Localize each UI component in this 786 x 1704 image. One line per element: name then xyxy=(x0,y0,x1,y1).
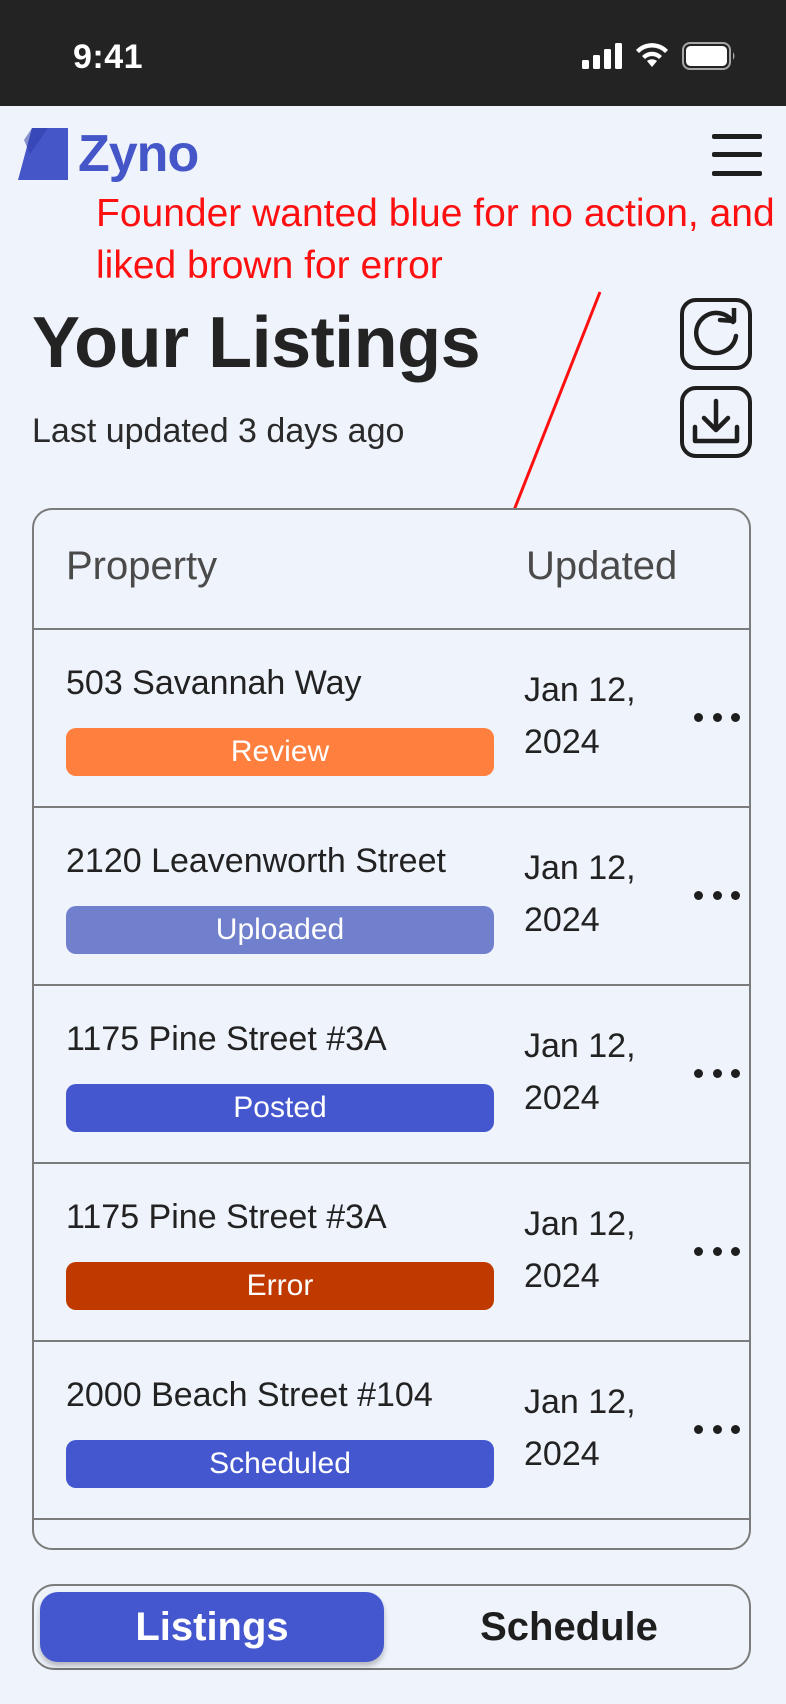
property-address: 1175 Pine Street #3A xyxy=(66,1020,387,1058)
menu-icon xyxy=(712,134,762,139)
column-header-updated: Updated xyxy=(526,544,678,588)
tab-schedule[interactable]: Schedule xyxy=(394,1592,744,1662)
table-row[interactable]: 2000 Beach Street #104 Scheduled Jan 12,… xyxy=(34,1342,749,1520)
tab-listings[interactable]: Listings xyxy=(40,1592,384,1662)
bottom-tab-bar: Listings Schedule xyxy=(32,1584,751,1670)
property-address: 1175 Pine Street #3A xyxy=(66,1198,387,1236)
zyno-logo-icon xyxy=(18,128,68,180)
updated-date: Jan 12, 2024 xyxy=(524,1205,636,1295)
property-address: 503 Savannah Way xyxy=(66,664,362,702)
table-row[interactable]: 1175 Pine Street #3A Posted Jan 12, 2024 xyxy=(34,986,749,1164)
download-icon xyxy=(692,398,740,444)
menu-button[interactable] xyxy=(712,134,762,176)
status-icons xyxy=(582,40,736,72)
brand-logo[interactable]: Zyno xyxy=(18,124,199,184)
status-badge-error: Error xyxy=(66,1262,494,1310)
status-badge-uploaded: Uploaded xyxy=(66,906,494,954)
table-header: Property Updated xyxy=(34,510,749,630)
signal-icon xyxy=(582,43,622,69)
more-options-button[interactable] xyxy=(694,1414,740,1444)
updated-date: Jan 12, 2024 xyxy=(524,1027,636,1117)
table-row[interactable]: 2120 Leavenworth Street Uploaded Jan 12,… xyxy=(34,808,749,986)
design-annotation: Founder wanted blue for no action, and l… xyxy=(96,192,775,287)
more-options-button[interactable] xyxy=(694,702,740,732)
wifi-icon xyxy=(636,43,668,67)
table-row[interactable]: 1175 Pine Street #3A Error Jan 12, 2024 xyxy=(34,1164,749,1342)
status-badge-review: Review xyxy=(66,728,494,776)
updated-date: Jan 12, 2024 xyxy=(524,1383,636,1473)
status-badge-scheduled: Scheduled xyxy=(66,1440,494,1488)
listings-table: Property Updated 503 Savannah Way Review… xyxy=(32,508,751,1550)
more-horizontal-icon xyxy=(694,1068,703,1078)
more-horizontal-icon xyxy=(694,1246,703,1256)
download-button[interactable] xyxy=(680,386,752,458)
status-bar: 9:41 xyxy=(0,0,786,106)
battery-icon xyxy=(682,42,735,70)
brand-name: Zyno xyxy=(78,125,199,183)
last-updated-text: Last updated 3 days ago xyxy=(32,412,405,450)
more-horizontal-icon xyxy=(694,890,703,900)
property-address: 2120 Leavenworth Street xyxy=(66,842,446,880)
refresh-icon xyxy=(694,308,739,356)
more-horizontal-icon xyxy=(694,712,703,722)
status-time: 9:41 xyxy=(73,38,144,76)
updated-date: Jan 12, 2024 xyxy=(524,849,636,939)
more-options-button[interactable] xyxy=(694,1058,740,1088)
updated-date: Jan 12, 2024 xyxy=(524,671,636,761)
table-row[interactable]: 503 Savannah Way Review Jan 12, 2024 xyxy=(34,630,749,808)
page-title: Your Listings xyxy=(32,303,481,383)
more-options-button[interactable] xyxy=(694,880,740,910)
column-header-property: Property xyxy=(66,544,218,588)
refresh-button[interactable] xyxy=(680,298,752,370)
more-options-button[interactable] xyxy=(694,1236,740,1266)
property-address: 2000 Beach Street #104 xyxy=(66,1376,433,1414)
status-badge-posted: Posted xyxy=(66,1084,494,1132)
more-horizontal-icon xyxy=(694,1424,703,1434)
